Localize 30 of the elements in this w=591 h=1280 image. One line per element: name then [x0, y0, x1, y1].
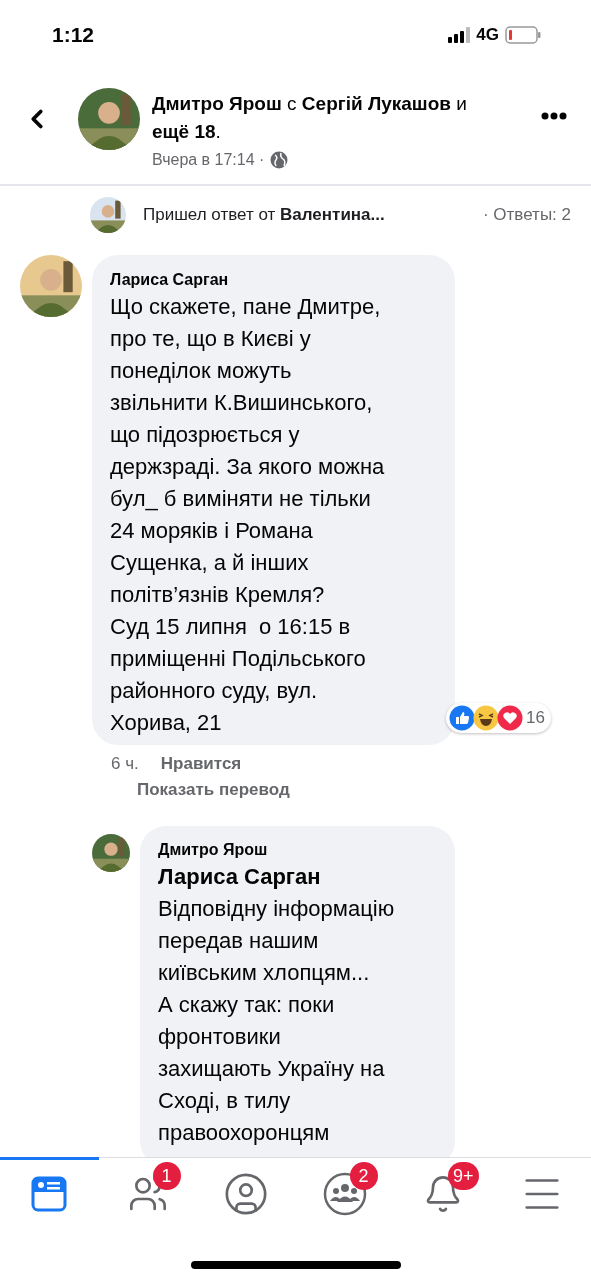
- signal-icon: [448, 27, 471, 43]
- globe-icon: [270, 151, 289, 169]
- tab[interactable]: 1: [98, 1157, 197, 1228]
- reply-author[interactable]: Дмитро Ярош: [158, 839, 268, 861]
- comment-author[interactable]: Лариса Сарган: [110, 269, 229, 291]
- laughing-emoji-icon: [473, 705, 500, 731]
- tab[interactable]: 2: [295, 1157, 394, 1228]
- notification-badge: 1: [152, 1162, 181, 1190]
- notification-badge: 9+: [448, 1162, 479, 1190]
- post-time: Вчера в 17:14 ·: [152, 150, 265, 170]
- reply-text: Відповідну інформацію передав нашим київським хлопцям... А скажу так: поки фронтовики захищають Україну на Сході, в тилу правоохоронцям: [158, 895, 396, 1147]
- notification-badge: 2: [349, 1162, 378, 1190]
- like-icon: [449, 705, 476, 731]
- reply-count[interactable]: · Ответы: 2: [482, 202, 571, 228]
- reaction-count: 16: [526, 707, 545, 730]
- tab[interactable]: 9+: [394, 1157, 493, 1228]
- more-button[interactable]: [541, 112, 567, 120]
- post-title: Дмитро Ярош с Сергій Лукашов и ещё 18.: [152, 92, 468, 144]
- clock: 1:12: [52, 22, 95, 49]
- battery-icon: [505, 26, 541, 44]
- translate-link[interactable]: Показать перевод: [137, 776, 290, 802]
- comment-time: 6 ч.: [111, 753, 139, 775]
- feed-icon: [31, 1176, 68, 1212]
- network-label: 4G: [476, 24, 499, 47]
- more-icon: [541, 112, 567, 120]
- reactions-pill[interactable]: 16: [446, 703, 551, 733]
- like-link[interactable]: Нравится: [160, 751, 242, 777]
- mention-link[interactable]: Лариса Сарган: [158, 861, 321, 893]
- comment-text: Що скажете, пане Дмитре, про те, що в Києві у понеділок можуть звільнити К.Вишинського, що підозрюється у держзраді. За якого можна бул_ б виміняти не тільки 24 моряків і Романа Сущенка, а й інших політв’язнів Кремля? Суд 15 липня о 16:15 в приміщенні Подільського районного суду, вул. Хорива, 21: [110, 293, 386, 737]
- reply-preview-text[interactable]: Пришел ответ от Валентина...: [143, 202, 385, 228]
